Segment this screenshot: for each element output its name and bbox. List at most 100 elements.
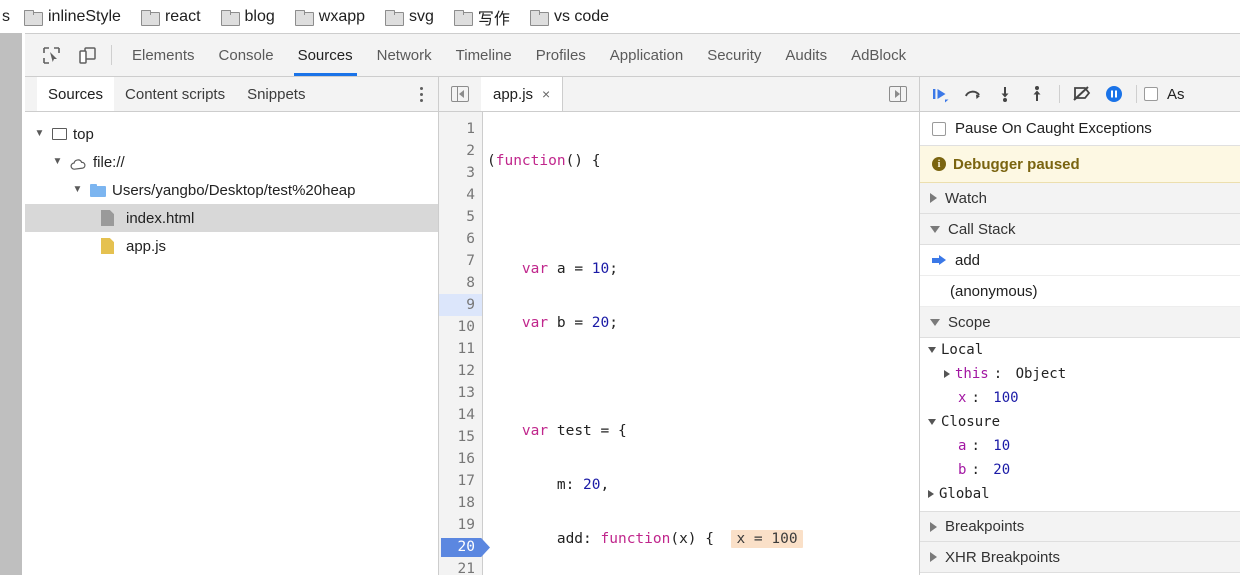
line-number[interactable]: 1 — [439, 118, 482, 140]
line-number[interactable]: 15 — [439, 426, 482, 448]
line-number[interactable]: 2 — [439, 140, 482, 162]
tab-profiles[interactable]: Profiles — [524, 34, 598, 76]
line-number[interactable]: 14 — [439, 404, 482, 426]
scope-group-closure[interactable]: Closure — [920, 410, 1240, 434]
tree-item-folder-path[interactable]: ▼ Users/yangbo/Desktop/test%20heap — [25, 176, 438, 204]
bookmark-vs-code[interactable]: vs code — [520, 8, 619, 26]
bookmark-xiezuo[interactable]: 写作 — [444, 5, 520, 29]
scope-property-value: 100 — [993, 390, 1019, 406]
line-number[interactable]: 10 — [439, 316, 482, 338]
code-editor[interactable]: 1 2 3 4 5 6 7 8 9 10 11 12 13 14 15 16 1… — [439, 112, 919, 575]
step-into-button[interactable] — [990, 80, 1020, 108]
folder-icon — [529, 9, 549, 26]
section-watch[interactable]: Watch — [920, 183, 1240, 214]
bookmark-svg[interactable]: svg — [375, 8, 444, 26]
bookmark-wxapp[interactable]: wxapp — [285, 8, 375, 26]
bookmark-label: vs code — [553, 7, 610, 25]
kebab-menu-icon[interactable] — [404, 77, 438, 111]
breakpoint-marker[interactable]: 20 — [439, 536, 482, 558]
chevron-down-icon[interactable]: ▼ — [33, 129, 46, 139]
tab-console[interactable]: Console — [207, 34, 286, 76]
tree-item-label: file:// — [93, 153, 125, 171]
pause-on-caught-checkbox[interactable] — [932, 121, 946, 136]
line-number[interactable]: 19 — [439, 514, 482, 536]
nav-tab-content-scripts[interactable]: Content scripts — [114, 77, 236, 111]
deactivate-breakpoints-button[interactable] — [1067, 80, 1097, 108]
editor-tab-app-js[interactable]: app.js × — [481, 77, 564, 111]
step-out-button[interactable] — [1022, 80, 1052, 108]
section-label: XHR Breakpoints — [945, 548, 1061, 566]
scope-group-global[interactable]: Global — [920, 482, 1240, 506]
call-stack-frame-anonymous[interactable]: (anonymous) — [920, 276, 1240, 307]
scope-property-a[interactable]: a: 10 — [920, 434, 1240, 458]
line-number[interactable]: 17 — [439, 470, 482, 492]
line-number[interactable]: 3 — [439, 162, 482, 184]
tab-audits[interactable]: Audits — [773, 34, 839, 76]
scope-group-local[interactable]: Local — [920, 338, 1240, 362]
chevron-right-icon — [930, 552, 937, 562]
section-scope[interactable]: Scope — [920, 307, 1240, 338]
tab-sources[interactable]: Sources — [286, 34, 365, 76]
section-breakpoints[interactable]: Breakpoints — [920, 511, 1240, 542]
scope-property-name: b — [958, 462, 967, 478]
section-call-stack[interactable]: Call Stack — [920, 214, 1240, 245]
line-number-paused[interactable]: 9 — [439, 294, 482, 316]
chevron-right-icon[interactable] — [944, 370, 950, 378]
step-over-button[interactable] — [958, 80, 988, 108]
scope-property-value: Object — [1015, 366, 1067, 382]
tree-item-top[interactable]: ▼ top — [25, 120, 438, 148]
bookmark-clipped-label[interactable]: s — [0, 8, 14, 26]
line-number[interactable]: 4 — [439, 184, 482, 206]
line-number-gutter[interactable]: 1 2 3 4 5 6 7 8 9 10 11 12 13 14 15 16 1… — [439, 112, 483, 575]
tree-item-app-js[interactable]: app.js — [25, 232, 438, 260]
section-xhr-breakpoints[interactable]: XHR Breakpoints — [920, 542, 1240, 573]
tab-network[interactable]: Network — [365, 34, 444, 76]
collapse-navigator-button[interactable] — [439, 77, 481, 111]
line-number[interactable]: 21 — [439, 558, 482, 575]
call-stack-frame-add[interactable]: add — [920, 245, 1240, 276]
expand-panel-button[interactable] — [877, 77, 919, 111]
tab-application[interactable]: Application — [598, 34, 695, 76]
line-number[interactable]: 12 — [439, 360, 482, 382]
chevron-down-icon[interactable]: ▼ — [51, 157, 64, 167]
bookmark-react[interactable]: react — [131, 8, 211, 26]
frame-icon — [52, 128, 67, 140]
tab-timeline[interactable]: Timeline — [444, 34, 524, 76]
nav-tab-sources[interactable]: Sources — [37, 77, 115, 111]
chevron-down-icon[interactable]: ▼ — [71, 185, 84, 195]
bookmark-blog[interactable]: blog — [211, 8, 285, 26]
tab-security[interactable]: Security — [695, 34, 773, 76]
tree-item-index-html[interactable]: index.html — [25, 204, 438, 232]
scope-property-this[interactable]: this: Object — [920, 362, 1240, 386]
section-label: Watch — [945, 189, 987, 207]
tab-adblock[interactable]: AdBlock — [839, 34, 918, 76]
devtools-body: Sources Content scripts Snippets ▼ top ▼ — [25, 77, 1240, 575]
line-number[interactable]: 7 — [439, 250, 482, 272]
line-number[interactable]: 6 — [439, 228, 482, 250]
inspect-element-button[interactable] — [33, 34, 69, 76]
tab-elements[interactable]: Elements — [120, 34, 207, 76]
bookmark-inlinestyle[interactable]: inlineStyle — [14, 8, 131, 26]
close-icon[interactable]: × — [542, 87, 550, 101]
line-number[interactable]: 16 — [439, 448, 482, 470]
line-number[interactable]: 18 — [439, 492, 482, 514]
line-number[interactable]: 13 — [439, 382, 482, 404]
pause-on-exceptions-button[interactable] — [1099, 80, 1129, 108]
line-number[interactable]: 5 — [439, 206, 482, 228]
nav-tab-snippets[interactable]: Snippets — [236, 77, 316, 111]
pause-on-caught-exceptions-row[interactable]: Pause On Caught Exceptions — [920, 112, 1240, 146]
tree-item-label: index.html — [126, 209, 195, 227]
debugger-paused-banner: i Debugger paused — [920, 146, 1240, 183]
bookmarks-bar: s inlineStyle react blog wxapp svg 写作 vs… — [0, 0, 1240, 33]
line-number[interactable]: 11 — [439, 338, 482, 360]
resume-script-button[interactable] — [926, 80, 956, 108]
scope-property-x[interactable]: x: 100 — [920, 386, 1240, 410]
editor-tab-label: app.js — [493, 85, 534, 103]
scope-property-b[interactable]: b: 20 — [920, 458, 1240, 482]
line-number[interactable]: 8 — [439, 272, 482, 294]
device-toolbar-button[interactable] — [69, 34, 105, 76]
async-checkbox[interactable] — [1144, 87, 1158, 101]
code-content[interactable]: (function() { var a = 10; var b = 20; va… — [483, 112, 919, 575]
tree-item-file-protocol[interactable]: ▼ file:// — [25, 148, 438, 176]
